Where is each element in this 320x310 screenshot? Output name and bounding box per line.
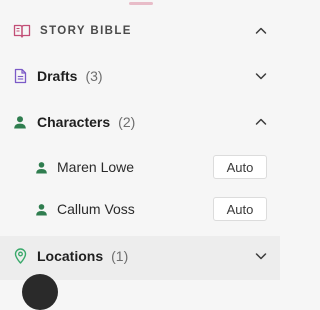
chevron-down-icon[interactable] [254, 249, 268, 263]
section-drafts[interactable]: Drafts (3) [0, 62, 280, 90]
character-name: Maren Lowe [57, 159, 135, 175]
chevron-up-icon[interactable] [254, 115, 268, 129]
auto-button[interactable]: Auto [213, 197, 267, 221]
section-characters[interactable]: Characters (2) [0, 108, 280, 136]
story-bible-header[interactable]: STORY BIBLE [0, 19, 280, 43]
avatar [22, 274, 58, 310]
section-label: Drafts [37, 68, 78, 84]
section-locations[interactable]: Locations (1) [0, 242, 280, 270]
auto-button[interactable]: Auto [213, 155, 267, 179]
story-bible-title: STORY BIBLE [40, 25, 132, 37]
person-icon [34, 160, 48, 174]
story-bible-panel: STORY BIBLE Drafts (3) Characters (2) Ma… [0, 0, 280, 310]
character-name: Callum Voss [57, 201, 135, 217]
character-item[interactable]: Maren Lowe Auto [0, 153, 280, 181]
map-pin-icon [12, 248, 28, 264]
section-count: (3) [85, 68, 103, 84]
chevron-down-icon[interactable] [254, 69, 268, 83]
person-icon [34, 202, 48, 216]
section-label: Locations [37, 248, 104, 264]
document-icon [12, 68, 28, 84]
person-icon [12, 114, 28, 130]
section-label: Characters [37, 114, 111, 130]
resize-handle[interactable] [129, 2, 153, 5]
section-count: (1) [111, 248, 129, 264]
character-item[interactable]: Callum Voss Auto [0, 195, 280, 223]
section-count: (2) [118, 114, 136, 130]
book-open-icon [13, 23, 31, 39]
chevron-up-icon[interactable] [254, 24, 268, 38]
